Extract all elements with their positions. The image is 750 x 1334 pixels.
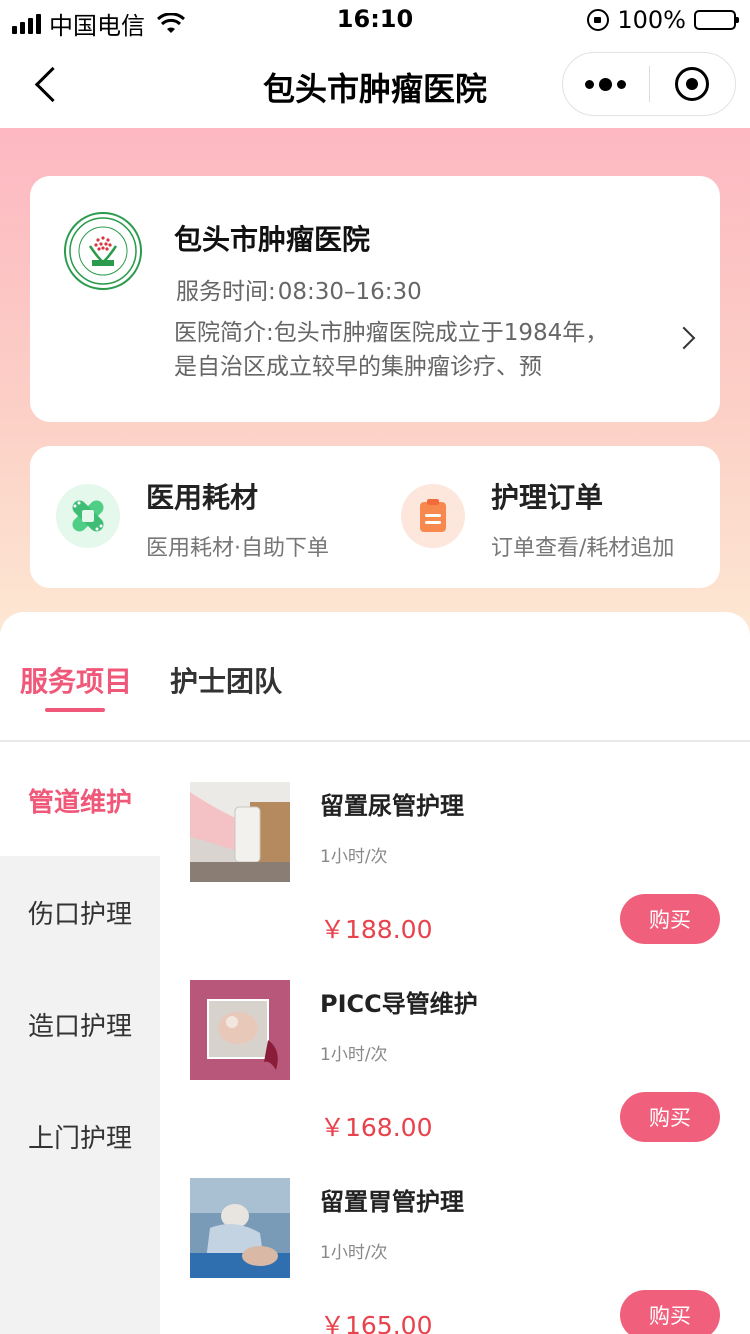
product-item: 留置胃管护理 1小时/次 ￥165.00 购买 — [190, 1178, 720, 1334]
medical-supplies-subtitle: 医用耗材·自助下单 — [146, 536, 329, 561]
product-unit: 1小时/次 — [320, 1045, 388, 1065]
battery-icon — [694, 10, 739, 30]
rotation-lock-icon — [587, 9, 610, 31]
clipboard-icon — [401, 484, 465, 548]
service-hours: 服务时间:08:30–16:30 — [174, 272, 422, 306]
tab-services[interactable]: 服务项目 — [20, 660, 132, 700]
active-tab-indicator — [45, 708, 105, 712]
medical-supplies-title: 医用耗材 — [146, 481, 259, 514]
medical-supplies-link[interactable]: 医用耗材 医用耗材·自助下单 — [30, 446, 375, 588]
product-unit: 1小时/次 — [320, 1243, 388, 1263]
product-item: 留置尿管护理 1小时/次 ￥188.00 购买 — [190, 782, 720, 972]
close-mini-program-button[interactable] — [650, 52, 736, 116]
battery-percent: 100% — [617, 6, 686, 34]
target-icon — [675, 67, 710, 101]
service-hours-value: 08:30–16:30 — [277, 279, 422, 305]
product-name: 留置胃管护理 — [320, 1188, 464, 1216]
nursing-orders-link[interactable]: 护理订单 订单查看/耗材追加 — [375, 446, 720, 588]
bandage-icon — [56, 484, 120, 548]
tab-bar: 服务项目 护士团队 — [0, 612, 750, 742]
status-right: 100% — [587, 6, 739, 34]
chevron-right-icon — [672, 326, 696, 350]
product-name: 留置尿管护理 — [320, 792, 464, 820]
status-bar: 中国电信 16:10 100% — [0, 0, 750, 40]
buy-button[interactable]: 购买 — [620, 894, 720, 944]
product-price: ￥188.00 — [320, 915, 433, 944]
mini-program-capsule — [562, 52, 736, 116]
quick-links-card: 医用耗材 医用耗材·自助下单 护理订单 订单查看/耗材追加 — [30, 446, 720, 588]
nav-bar: 包头市肿瘤医院 — [0, 40, 750, 128]
category-home-care[interactable]: 上门护理 — [0, 1080, 160, 1192]
product-price: ￥165.00 — [320, 1311, 433, 1334]
hospital-name: 包头市肿瘤医院 — [174, 223, 371, 256]
hospital-intro: 医院简介:包头市肿瘤医院成立于1984年，是自治区成立较早的集肿瘤诊疗、预 — [174, 320, 609, 380]
buy-button[interactable]: 购买 — [620, 1290, 720, 1334]
product-unit: 1小时/次 — [320, 847, 388, 867]
product-price: ￥168.00 — [320, 1113, 433, 1142]
service-hours-label: 服务时间: — [176, 279, 276, 305]
more-options-button[interactable] — [563, 52, 649, 116]
services-panel: 服务项目 护士团队 管道维护 伤口护理 造口护理 上门护理 留置尿管护理 1小时… — [0, 612, 750, 1334]
product-image — [190, 1178, 290, 1278]
buy-button[interactable]: 购买 — [620, 1092, 720, 1142]
tab-nurse-team[interactable]: 护士团队 — [170, 660, 282, 700]
category-wound-care[interactable]: 伤口护理 — [0, 856, 160, 968]
category-sidebar: 管道维护 伤口护理 造口护理 上门护理 — [0, 744, 160, 1334]
product-item: PICC导管维护 1小时/次 ￥168.00 购买 — [190, 980, 720, 1170]
product-name: PICC导管维护 — [320, 990, 478, 1018]
nursing-orders-title: 护理订单 — [491, 481, 604, 514]
category-stoma-care[interactable]: 造口护理 — [0, 968, 160, 1080]
nursing-orders-subtitle: 订单查看/耗材追加 — [491, 536, 675, 561]
product-image — [190, 980, 290, 1080]
product-image — [190, 782, 290, 882]
category-tube-maintenance[interactable]: 管道维护 — [0, 744, 160, 856]
hospital-logo — [64, 212, 142, 290]
hospital-info-card[interactable]: 包头市肿瘤医院 服务时间:08:30–16:30 医院简介:包头市肿瘤医院成立于… — [30, 176, 720, 422]
